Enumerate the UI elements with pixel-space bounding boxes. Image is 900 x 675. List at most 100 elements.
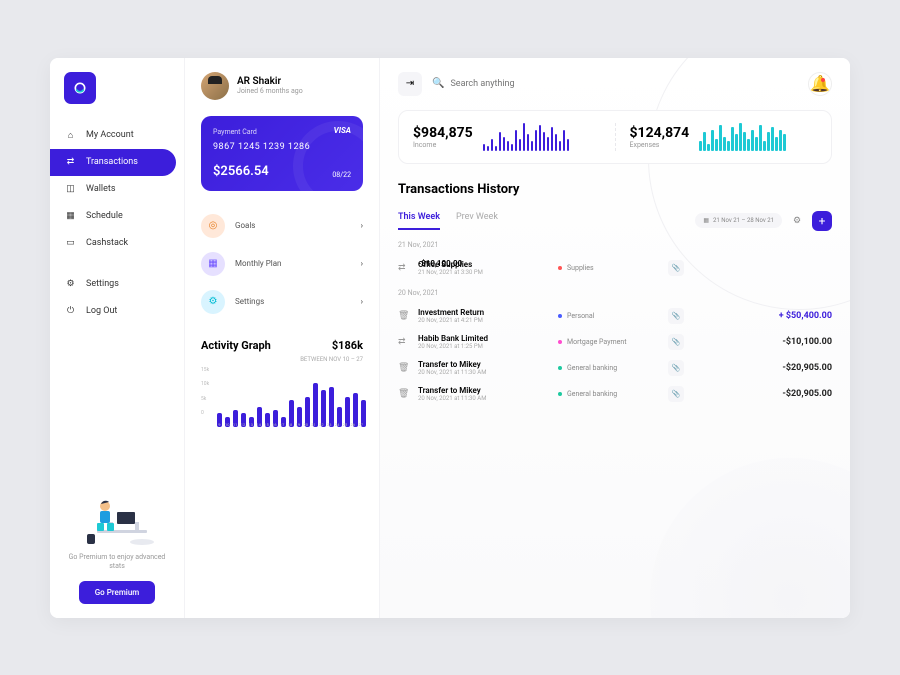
activity-chart: 15k10k5k0 910111213141516171819202122232… [201,367,363,427]
tx-row[interactable]: 🗑 Investment Return 20 Nov, 2021 at 4:21… [398,303,832,329]
calendar-icon: ▦ [201,252,225,276]
notifications-button[interactable]: 🔔 [808,72,832,96]
stats-card: $984,875 Income $124,874 Expenses [398,110,832,164]
tx-amount: -$20,905.00 [782,363,832,373]
tx-row[interactable]: 🗑 Transfer to Mikey 20 Nov, 2021 at 11:3… [398,355,832,381]
tx-title: Investment Return [418,308,548,317]
tx-time: 20 Nov, 2021 at 4:21 PM [418,317,548,324]
logo [64,72,96,104]
tx-time: 20 Nov, 2021 at 11:30 AM [418,395,548,402]
add-button[interactable]: + [812,211,832,231]
expenses-value: $124,874 [630,125,690,141]
profile-joined: Joined 6 months ago [237,87,303,95]
category-dot [558,266,562,270]
go-premium-button[interactable]: Go Premium [79,581,156,604]
search: 🔍 [432,78,798,89]
stack-icon: ▭ [64,237,77,250]
activity-range: BETWEEN NOV 10 – 27 [201,356,363,363]
app-window: ⌂ My Account ⇄Transactions ◫ Wallets ▦ Sche… [50,58,850,618]
date-range-text: 21 Nov 21 – 28 Nov 21 [713,217,774,224]
quick-link-label: Settings [235,297,351,306]
calendar-icon: ▦ [64,210,77,223]
wallet-icon: ◫ [64,183,77,196]
nav-label: Settings [86,279,119,289]
stat-expenses: $124,874 Expenses [630,123,818,151]
tx-category: Supplies [558,264,658,272]
profile-column: AR Shakir Joined 6 months ago Payment Ca… [185,58,380,618]
tx-category: General banking [558,364,658,372]
tx-category: Personal [558,312,658,320]
tx-row[interactable]: ⇄ Office Supplies-$10,100.00 21 Nov, 202… [398,255,832,281]
tx-title: Transfer to Mikey [418,360,548,369]
bell-icon: 🔔 [810,74,830,93]
nav-label: Wallets [86,184,115,194]
quick-link-goals[interactable]: ◎ Goals › [201,207,363,245]
tx-row[interactable]: 🗑 Transfer to Mikey 20 Nov, 2021 at 11:3… [398,381,832,407]
quick-link-label: Goals [235,221,351,230]
nav-transactions[interactable]: ⇄Transactions [50,149,176,176]
nav-logout[interactable]: ⏻Log Out [50,298,184,325]
tab-this-week[interactable]: This Week [398,212,440,230]
nav-cashstack[interactable]: ▭ Cashstack [50,230,184,257]
date-range-pill[interactable]: ▦21 Nov 21 – 28 Nov 21 [695,213,782,228]
chevron-right-icon: › [361,297,363,306]
premium-illustration [77,492,157,547]
search-icon: 🔍 [432,78,444,89]
settings-button[interactable]: ⚙ [788,212,806,230]
tx-type-icon: 🗑 [398,389,408,399]
card-expiry: 08/22 [332,171,351,179]
nav-label: My Account [86,130,134,140]
search-input[interactable] [450,79,570,89]
attachment-icon[interactable]: 📎 [668,334,684,350]
chevron-right-icon: › [361,259,363,268]
tx-time: 20 Nov, 2021 at 11:30 AM [418,369,548,376]
income-label: Income [413,141,473,149]
stat-income: $984,875 Income [413,123,616,151]
home-icon: ⌂ [64,129,77,142]
tabs-row: This Week Prev Week ▦21 Nov 21 – 28 Nov … [398,211,832,231]
tx-amount: -$10,100.00 [782,337,832,347]
tabs: This Week Prev Week [398,212,498,230]
nav-schedule[interactable]: ▦ Schedule [50,203,184,230]
activity-title: Activity Graph [201,339,271,352]
attachment-icon[interactable]: 📎 [668,260,684,276]
tx-category: General banking [558,390,658,398]
nav-label: Cashstack [86,238,128,248]
gear-icon: ⚙ [793,216,801,226]
category-dot [558,392,562,396]
power-icon: ⏻ [64,305,77,318]
payment-card[interactable]: Payment Card VISA 9867 1245 1239 1286 $2… [201,116,363,191]
tx-type-icon: 🗑 [398,311,408,321]
quick-link-settings[interactable]: ⚙ Settings › [201,283,363,321]
profile-name: AR Shakir [237,76,303,87]
nav-label: Schedule [86,211,123,221]
target-icon: ◎ [201,214,225,238]
menu-toggle-button[interactable]: ⇥ [398,72,422,96]
tx-type-icon: ⇄ [398,337,408,347]
attachment-icon[interactable]: 📎 [668,360,684,376]
attachment-icon[interactable]: 📎 [668,386,684,402]
gear-icon: ⚙ [201,290,225,314]
activity-header: Activity Graph $186k [201,339,363,352]
quick-links: ◎ Goals › ▦ Monthly Plan › ⚙ Settings › [201,207,363,321]
attachment-icon[interactable]: 📎 [668,308,684,324]
card-balance: $2566.54 [213,164,351,179]
tab-controls: ▦21 Nov 21 – 28 Nov 21 ⚙ + [695,211,832,231]
card-number: 9867 1245 1239 1286 [213,142,351,152]
nav-settings[interactable]: ⚙Settings [50,271,184,298]
expenses-label: Expenses [630,141,690,149]
quick-link-plan[interactable]: ▦ Monthly Plan › [201,245,363,283]
tx-category: Mortgage Payment [558,338,658,346]
quick-link-label: Monthly Plan [235,259,351,268]
nav-wallets[interactable]: ◫ Wallets [50,176,184,203]
nav-my-account[interactable]: ⌂ My Account [50,122,184,149]
card-label: Payment Card [213,128,351,136]
category-dot [558,314,562,318]
avatar[interactable] [201,72,229,100]
tab-prev-week[interactable]: Prev Week [456,212,498,230]
premium-promo: Go Premium to enjoy advanced stats Go Pr… [60,492,174,603]
tx-title: Habib Bank Limited [418,334,548,343]
income-sparkline [483,123,601,151]
tx-row[interactable]: ⇄ Habib Bank Limited 20 Nov, 2021 at 1:2… [398,329,832,355]
chevron-right-icon: › [361,221,363,230]
